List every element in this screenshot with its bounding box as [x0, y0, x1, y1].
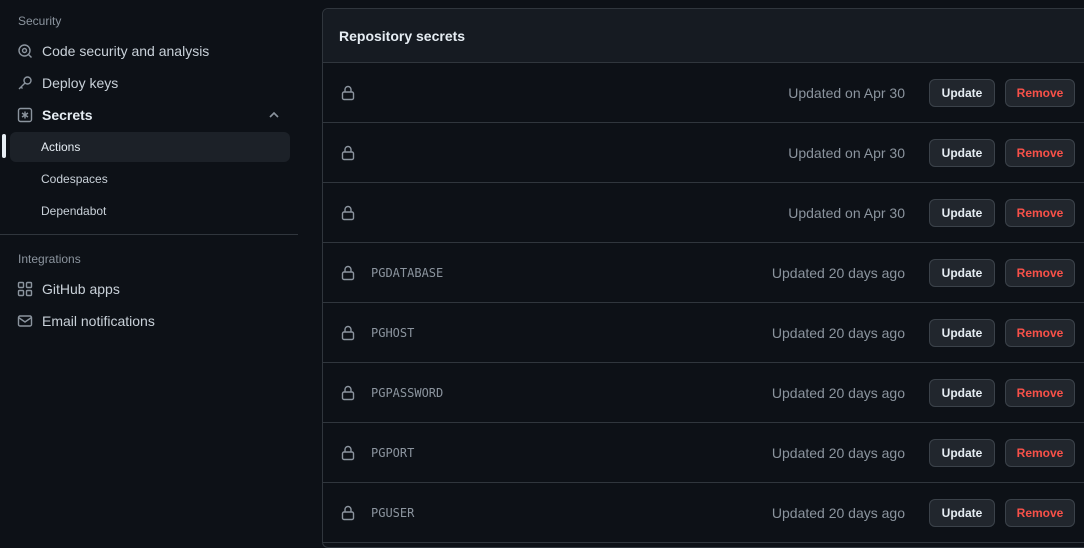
security-heading: Security — [18, 14, 62, 28]
remove-button[interactable]: Remove — [1005, 498, 1075, 527]
sidebar-item-label: GitHub apps — [42, 281, 120, 297]
update-button[interactable]: Update — [929, 378, 995, 407]
lock-icon — [341, 385, 355, 401]
update-button[interactable]: Update — [929, 198, 995, 227]
secret-name: PGPASSWORD — [371, 385, 444, 400]
key-icon — [16, 74, 34, 92]
lock-icon — [341, 85, 355, 101]
update-button[interactable]: Update — [929, 138, 995, 167]
remove-button[interactable]: Remove — [1005, 438, 1075, 467]
secret-name: PGDATABASE — [371, 265, 444, 280]
sidebar-item-dependabot[interactable]: Dependabot — [10, 196, 290, 226]
sidebar-item-github-apps[interactable]: GitHub apps — [10, 274, 290, 304]
sidebar-divider — [0, 234, 298, 235]
update-button[interactable]: Update — [929, 78, 995, 107]
sidebar-item-label: Email notifications — [42, 313, 155, 329]
sidebar-item-secrets[interactable]: Secrets — [10, 100, 290, 130]
sidebar-item-label: Code security and analysis — [42, 43, 210, 59]
lock-icon — [341, 325, 355, 341]
remove-button[interactable]: Remove — [1005, 138, 1075, 167]
lock-icon — [341, 505, 355, 521]
sidebar-item-label: Dependabot — [41, 204, 107, 218]
repository-secrets-panel: Repository secrets Updated on Apr 30 Upd… — [322, 8, 1084, 548]
settings-sidebar: Security Code security and analysis Depl… — [0, 0, 300, 540]
sidebar-item-email-notifications[interactable]: Email notifications — [10, 306, 290, 336]
remove-button[interactable]: Remove — [1005, 198, 1075, 227]
secret-updated-text: Updated on Apr 30 — [788, 204, 905, 221]
chevron-up-icon[interactable] — [268, 108, 280, 120]
secret-updated-text: Updated 20 days ago — [771, 384, 905, 401]
remove-button[interactable]: Remove — [1005, 318, 1075, 347]
secret-updated-text: Updated on Apr 30 — [788, 144, 905, 161]
secret-row: PGPORT Updated 20 days ago Update Remove — [323, 423, 1084, 483]
remove-button[interactable]: Remove — [1005, 258, 1075, 287]
remove-button[interactable]: Remove — [1005, 378, 1075, 407]
sidebar-item-label: Deploy keys — [42, 75, 119, 91]
update-button[interactable]: Update — [929, 258, 995, 287]
lock-icon — [341, 145, 355, 161]
secret-row: Updated on Apr 30 Update Remove — [323, 63, 1084, 123]
asterisk-box-icon — [16, 106, 34, 124]
sidebar-item-actions[interactable]: Actions — [10, 132, 290, 162]
secret-updated-text: Updated on Apr 30 — [788, 84, 905, 101]
integrations-heading: Integrations — [18, 252, 81, 266]
secret-updated-text: Updated 20 days ago — [771, 504, 905, 521]
secret-row: Updated on Apr 30 Update Remove — [323, 123, 1084, 183]
sidebar-item-label: Codespaces — [41, 172, 108, 186]
sidebar-item-deploy-keys[interactable]: Deploy keys — [10, 68, 290, 98]
remove-button[interactable]: Remove — [1005, 78, 1075, 107]
update-button[interactable]: Update — [929, 438, 995, 467]
secret-row: PGUSER Updated 20 days ago Update Remove — [323, 483, 1084, 543]
mail-icon — [16, 312, 34, 330]
update-button[interactable]: Update — [929, 498, 995, 527]
codescan-icon — [16, 42, 34, 60]
secrets-list: Updated on Apr 30 Update Remove Updated … — [323, 63, 1084, 543]
secret-name: PGPORT — [371, 445, 415, 460]
sidebar-item-codespaces[interactable]: Codespaces — [10, 164, 290, 194]
secret-row: PGPASSWORD Updated 20 days ago Update Re… — [323, 363, 1084, 423]
secret-updated-text: Updated 20 days ago — [771, 324, 905, 341]
secret-row: Updated on Apr 30 Update Remove — [323, 183, 1084, 243]
sidebar-item-code-security[interactable]: Code security and analysis — [10, 36, 290, 66]
panel-title: Repository secrets — [323, 9, 1084, 63]
secret-updated-text: Updated 20 days ago — [771, 444, 905, 461]
active-indicator — [2, 134, 6, 158]
sidebar-item-label: Secrets — [42, 107, 93, 123]
update-button[interactable]: Update — [929, 318, 995, 347]
lock-icon — [341, 445, 355, 461]
secret-name: PGHOST — [371, 325, 415, 340]
secret-name: PGUSER — [371, 505, 415, 520]
secret-row: PGDATABASE Updated 20 days ago Update Re… — [323, 243, 1084, 303]
lock-icon — [341, 205, 355, 221]
sidebar-item-label: Actions — [41, 140, 81, 154]
secret-updated-text: Updated 20 days ago — [771, 264, 905, 281]
secret-row: PGHOST Updated 20 days ago Update Remove — [323, 303, 1084, 363]
lock-icon — [341, 265, 355, 281]
apps-icon — [16, 280, 34, 298]
